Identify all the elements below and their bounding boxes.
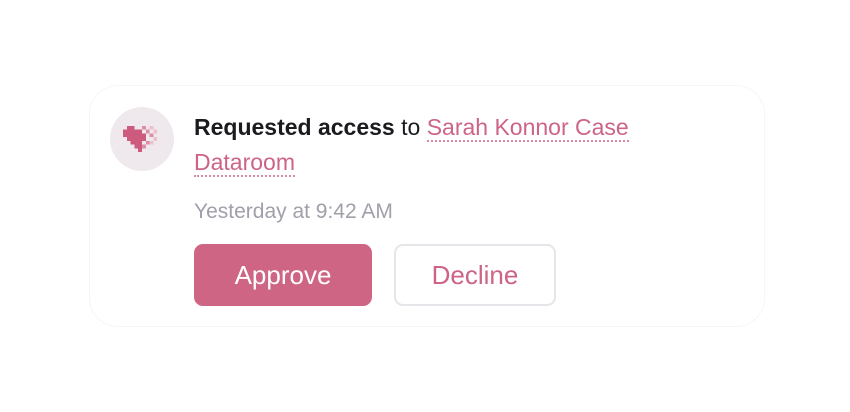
notification-content: Requested access to Sarah Konnor Case Da… <box>194 110 714 306</box>
approve-button[interactable]: Approve <box>194 244 372 306</box>
action-text: Requested access <box>194 114 395 140</box>
timestamp: Yesterday at 9:42 AM <box>194 200 393 223</box>
connector-text: to <box>394 114 427 140</box>
avatar <box>110 107 174 171</box>
pixel-heart-icon <box>122 122 162 156</box>
notification-message: Requested access to Sarah Konnor Case Da… <box>194 110 714 180</box>
action-buttons: Approve Decline <box>194 244 714 306</box>
decline-button[interactable]: Decline <box>394 244 556 306</box>
